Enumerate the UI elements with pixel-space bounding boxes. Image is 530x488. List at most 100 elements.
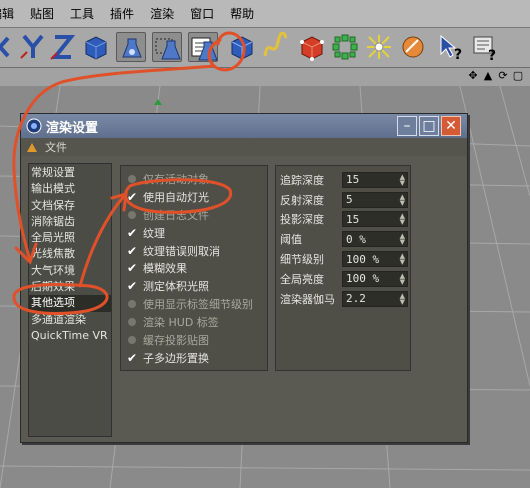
numeric-input[interactable]: 0 % ▲ ▼ <box>342 231 408 248</box>
unchecked-indicator[interactable] <box>128 318 136 327</box>
menu-window[interactable]: 窗口 <box>186 5 222 22</box>
spinner-arrows-icon[interactable]: ▲ ▼ <box>400 272 405 285</box>
options-panel: 仅有活动对象 ✔ 使用自动灯光 创建日志文件 ✔ 纹理 ✔ 纹理错误则取消 ✔ 模糊效果 ✔ 测定体积… <box>120 165 268 371</box>
numeric-value[interactable]: 100 % <box>346 272 379 285</box>
unchecked-indicator[interactable] <box>128 300 136 309</box>
menu-plugins[interactable]: 插件 <box>106 5 142 22</box>
file-menu-icon <box>27 143 37 152</box>
numeric-input[interactable]: 100 % ▲ ▼ <box>342 251 408 268</box>
world-coordinate-cube-icon[interactable] <box>80 32 110 62</box>
checkmark-icon[interactable]: ✔ <box>125 244 139 258</box>
minimize-icon[interactable]: – <box>397 116 417 136</box>
option-row[interactable]: 缓存投影贴图 <box>121 331 267 349</box>
numeric-value[interactable]: 15 <box>346 173 359 186</box>
array-icon[interactable] <box>330 32 360 62</box>
numeric-input[interactable]: 5 ▲ ▼ <box>342 191 408 208</box>
render-settings-icon[interactable] <box>188 32 218 62</box>
menu-tools[interactable]: 工具 <box>66 5 102 22</box>
cinema4d-app-icon <box>26 118 42 134</box>
checkmark-icon[interactable]: ✔ <box>125 279 139 293</box>
move-view-icon[interactable]: ✥ <box>467 70 479 82</box>
spinner-arrows-icon[interactable]: ▲ ▼ <box>400 292 405 305</box>
unchecked-indicator[interactable] <box>128 335 136 344</box>
category-save[interactable]: 文档保存 <box>29 198 111 214</box>
menu-render[interactable]: 渲染 <box>146 5 182 22</box>
numeric-setting-label: 投影深度 <box>280 213 324 227</box>
option-row[interactable]: 使用显示标签细节级别 <box>121 295 267 313</box>
numeric-value[interactable]: 0 % <box>346 233 366 246</box>
checkmark-icon[interactable]: ✔ <box>125 351 139 365</box>
checkmark-icon[interactable]: ✔ <box>125 190 139 204</box>
numeric-input[interactable]: 100 % ▲ ▼ <box>342 270 408 287</box>
menu-file[interactable]: 文件 <box>45 139 67 155</box>
viewport-header: ✥ ▲ ⟳ ▢ <box>0 68 530 86</box>
spinner-arrows-icon[interactable]: ▲ ▼ <box>400 233 405 246</box>
category-options[interactable]: 其他选项 <box>29 295 111 312</box>
menu-edit[interactable]: 编辑 <box>0 5 22 22</box>
nurbs-cube-icon[interactable] <box>296 32 326 62</box>
spline-icon[interactable] <box>260 32 290 62</box>
numeric-input[interactable]: 15 ▲ ▼ <box>342 211 408 228</box>
numeric-value[interactable]: 100 % <box>346 253 379 266</box>
option-row[interactable]: ✔ 测定体积光照 <box>121 277 267 295</box>
spinner-arrows-icon[interactable]: ▲ ▼ <box>400 213 405 226</box>
category-global-illumination[interactable]: 全局光照 <box>29 230 111 246</box>
category-multipass[interactable]: 多通道渲染 <box>29 312 111 328</box>
numeric-value[interactable]: 5 <box>346 193 353 206</box>
option-row[interactable]: ✔ 模糊效果 <box>121 259 267 277</box>
checkmark-icon[interactable]: ✔ <box>125 261 139 275</box>
depth-settings-panel: 追踪深度 15 ▲ ▼ 反射深度 5 ▲ ▼ 投影深度 15 ▲ ▼ 阈值 0 % ▲ ▼ 细节级别 100 % ▲… <box>275 165 411 371</box>
spinner-arrows-icon[interactable]: ▲ ▼ <box>400 193 405 206</box>
category-caustics[interactable]: 光线焦散 <box>29 246 111 262</box>
option-row[interactable]: ✔ 子多边形置换 <box>121 349 267 367</box>
numeric-input[interactable]: 15 ▲ ▼ <box>342 171 408 188</box>
y-axis-icon[interactable] <box>18 32 48 62</box>
z-axis-icon[interactable] <box>48 32 78 62</box>
numeric-value[interactable]: 2.2 <box>346 292 366 305</box>
menu-texture[interactable]: 贴图 <box>26 5 62 22</box>
help-pointer-icon[interactable]: ? <box>436 32 466 62</box>
spinner-arrows-icon[interactable]: ▲ ▼ <box>400 173 405 186</box>
unchecked-indicator[interactable] <box>128 210 136 219</box>
toggle-view-icon[interactable]: ▢ <box>512 70 524 82</box>
option-row[interactable]: 创建日志文件 <box>121 206 267 224</box>
zoom-view-icon[interactable]: ▲ <box>482 70 494 82</box>
dialog-menu-bar: 文件 <box>21 138 467 156</box>
category-quicktime-vr[interactable]: QuickTime VR <box>29 328 111 344</box>
option-row[interactable]: 渲染 HUD 标签 <box>121 313 267 331</box>
deformer-icon[interactable] <box>364 32 394 62</box>
scene-object-icon[interactable] <box>398 32 428 62</box>
render-active-view-icon[interactable] <box>116 32 146 62</box>
x-axis-icon[interactable] <box>0 32 18 62</box>
numeric-input[interactable]: 2.2 ▲ ▼ <box>342 290 408 307</box>
category-output[interactable]: 输出模式 <box>29 181 111 197</box>
category-list: 常规设置 输出模式 文档保存 消除锯齿 全局光照 光线焦散 大气环境 后期效果 … <box>28 163 112 437</box>
category-antialiasing[interactable]: 消除锯齿 <box>29 214 111 230</box>
dialog-titlebar[interactable]: 渲染设置 – □ ✕ <box>21 114 467 138</box>
category-environment[interactable]: 大气环境 <box>29 263 111 279</box>
menu-bar: 编辑 贴图 工具 插件 渲染 窗口 帮助 <box>0 0 530 28</box>
render-region-icon[interactable] <box>152 32 182 62</box>
close-icon[interactable]: ✕ <box>441 116 461 136</box>
numeric-value[interactable]: 15 <box>346 213 359 226</box>
numeric-setting-label: 全局亮度 <box>280 272 324 286</box>
tag-help-icon[interactable]: ? <box>470 32 500 62</box>
numeric-setting-row: 细节级别 100 % ▲ ▼ <box>276 249 410 269</box>
spinner-arrows-icon[interactable]: ▲ ▼ <box>400 253 405 266</box>
option-row[interactable]: 仅有活动对象 <box>121 170 267 188</box>
rotate-view-icon[interactable]: ⟳ <box>497 70 509 82</box>
numeric-setting-label: 追踪深度 <box>280 173 324 187</box>
numeric-setting-row: 反射深度 5 ▲ ▼ <box>276 190 410 210</box>
option-row[interactable]: ✔ 纹理错误则取消 <box>121 242 267 260</box>
category-effects[interactable]: 后期效果 <box>29 279 111 295</box>
maximize-icon[interactable]: □ <box>419 116 439 136</box>
unchecked-indicator[interactable] <box>128 174 136 183</box>
dialog-title: 渲染设置 <box>46 120 99 136</box>
category-general[interactable]: 常规设置 <box>29 165 111 181</box>
option-label: 缓存投影贴图 <box>143 333 209 347</box>
primitive-cube-icon[interactable] <box>226 32 256 62</box>
option-row[interactable]: ✔ 纹理 <box>121 224 267 242</box>
option-row[interactable]: ✔ 使用自动灯光 <box>121 188 267 206</box>
menu-help[interactable]: 帮助 <box>226 5 262 22</box>
checkmark-icon[interactable]: ✔ <box>125 226 139 240</box>
